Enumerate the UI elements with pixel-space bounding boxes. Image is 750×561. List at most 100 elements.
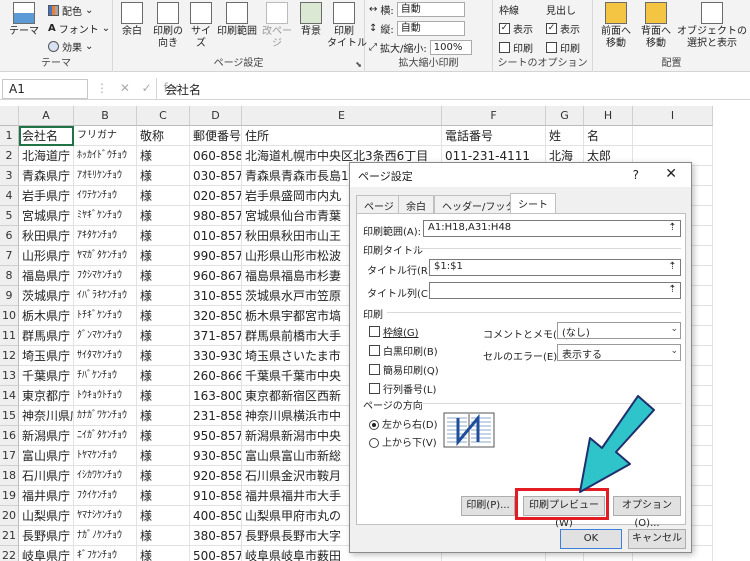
bw-checkbox[interactable]: 白黒印刷(B) [369, 343, 438, 358]
table-cell[interactable]: 163-8001 [190, 386, 242, 406]
table-cell[interactable]: 様 [137, 206, 190, 226]
table-cell[interactable]: 栃木県庁 [19, 306, 74, 326]
row-header[interactable]: 3 [0, 166, 19, 186]
table-cell[interactable]: ﾐﾔｷﾞｹﾝﾁｮｳ [74, 206, 137, 226]
table-cell[interactable]: 電話番号 [442, 126, 546, 146]
row-header[interactable]: 2 [0, 146, 19, 166]
row-header[interactable]: 4 [0, 186, 19, 206]
formula-input[interactable]: 会社名 [156, 78, 750, 100]
gridlines-print-checkbox[interactable]: 印刷 [499, 40, 533, 55]
table-cell[interactable]: ｻｲﾀﾏｹﾝﾁｮｳ [74, 346, 137, 366]
table-cell[interactable]: 埼玉県庁 [19, 346, 74, 366]
tab-margins[interactable]: 余白 [398, 195, 434, 213]
row-header[interactable]: 16 [0, 426, 19, 446]
table-cell[interactable]: 様 [137, 286, 190, 306]
table-cell[interactable]: 様 [137, 506, 190, 526]
gridlines-checkbox[interactable]: 枠線(G) [369, 324, 419, 339]
order-over-radio[interactable]: 上から下(V) [369, 434, 437, 449]
table-cell[interactable]: 様 [137, 186, 190, 206]
table-cell[interactable]: 020-8570 [190, 186, 242, 206]
column-header[interactable]: E [242, 106, 442, 126]
table-cell[interactable] [633, 126, 713, 146]
table-cell[interactable]: 富山県庁 [19, 446, 74, 466]
table-cell[interactable]: 宮城県庁 [19, 206, 74, 226]
table-cell[interactable]: 東京都庁 [19, 386, 74, 406]
options-button[interactable]: オプション(O)... [613, 496, 681, 529]
table-cell[interactable]: ﾔﾏﾅｼｹﾝﾁｮｳ [74, 506, 137, 526]
row-header[interactable]: 15 [0, 406, 19, 426]
name-box[interactable]: A1 [2, 79, 88, 99]
table-cell[interactable]: 様 [137, 346, 190, 366]
table-cell[interactable]: 330-9301 [190, 346, 242, 366]
table-cell[interactable]: ｲﾊﾞﾗｷｹﾝﾁｮｳ [74, 286, 137, 306]
column-header[interactable]: C [137, 106, 190, 126]
table-cell[interactable]: 名 [584, 126, 633, 146]
table-cell[interactable]: ｱｵﾓﾘｹﾝﾁｮｳ [74, 166, 137, 186]
ok-button[interactable]: OK [560, 529, 622, 549]
table-cell[interactable]: 380-8570 [190, 526, 242, 546]
print-titles-button[interactable]: 印刷 タイトル [327, 2, 367, 50]
table-cell[interactable]: 新潟県庁 [19, 426, 74, 446]
table-cell[interactable]: 060-8588 [190, 146, 242, 166]
row-header[interactable]: 19 [0, 486, 19, 506]
row-header[interactable]: 10 [0, 306, 19, 326]
gridlines-view-checkbox[interactable]: ✓ 表示 [499, 21, 533, 36]
table-cell[interactable]: 様 [137, 246, 190, 266]
table-cell[interactable]: ｲｼｶﾜｹﾝﾁｮｳ [74, 466, 137, 486]
table-cell[interactable]: ﾌｸｲｹﾝﾁｮｳ [74, 486, 137, 506]
table-cell[interactable]: 960-8670 [190, 266, 242, 286]
title-cols-input[interactable]: ⇡ [429, 282, 681, 299]
table-cell[interactable]: 山形県庁 [19, 246, 74, 266]
column-header[interactable]: A [19, 106, 74, 126]
table-cell[interactable]: 様 [137, 166, 190, 186]
row-header[interactable]: 12 [0, 346, 19, 366]
row-header[interactable]: 11 [0, 326, 19, 346]
table-cell[interactable]: 371-8570 [190, 326, 242, 346]
table-cell[interactable]: ｱｷﾀｹﾝﾁｮｳ [74, 226, 137, 246]
row-header[interactable]: 8 [0, 266, 19, 286]
table-cell[interactable]: ﾄﾁｷﾞｹﾝﾁｮｳ [74, 306, 137, 326]
table-cell[interactable]: 030-8570 [190, 166, 242, 186]
column-header[interactable]: F [442, 106, 546, 126]
collapse-icon[interactable]: ⇡ [666, 284, 679, 297]
table-cell[interactable]: ﾎｯｶｲﾄﾞｳﾁｮｳ [74, 146, 137, 166]
row-header[interactable]: 22 [0, 546, 19, 561]
title-rows-input[interactable]: $1:$1 ⇡ [429, 259, 681, 276]
table-cell[interactable]: 会社名 [19, 126, 74, 146]
print-area-input[interactable]: A1:H18,A31:H48 ⇡ [423, 220, 681, 237]
table-cell[interactable]: 様 [137, 526, 190, 546]
row-header[interactable]: 6 [0, 226, 19, 246]
rowcol-checkbox[interactable]: 行列番号(L) [369, 381, 436, 396]
size-button[interactable]: サイズ [187, 2, 215, 50]
collapse-icon[interactable]: ⇡ [666, 261, 679, 274]
column-header[interactable]: I [633, 106, 713, 126]
cancel-button[interactable]: キャンセル [628, 529, 686, 549]
table-cell[interactable]: 様 [137, 226, 190, 246]
orientation-button[interactable]: 印刷の 向き [151, 2, 185, 50]
order-down-radio[interactable]: 左から右(D) [369, 416, 438, 431]
table-cell[interactable]: 010-8570 [190, 226, 242, 246]
table-cell[interactable]: 様 [137, 486, 190, 506]
table-cell[interactable]: 様 [137, 446, 190, 466]
width-dropdown[interactable]: 自動 [396, 2, 465, 17]
colors-button[interactable]: 配色 ⌄ [48, 3, 93, 18]
table-cell[interactable]: 群馬県庁 [19, 326, 74, 346]
close-icon[interactable]: ✕ [665, 166, 677, 182]
row-header[interactable]: 21 [0, 526, 19, 546]
table-cell[interactable]: 住所 [242, 126, 442, 146]
row-header[interactable]: 5 [0, 206, 19, 226]
table-cell[interactable]: 990-8570 [190, 246, 242, 266]
background-button[interactable]: 背景 [297, 2, 325, 38]
page-setup-launcher-icon[interactable]: ⬊ [355, 60, 362, 69]
table-cell[interactable]: 950-8570 [190, 426, 242, 446]
collapse-icon[interactable]: ⇡ [666, 222, 679, 235]
table-cell[interactable]: 福井県庁 [19, 486, 74, 506]
tab-sheet[interactable]: シート [510, 193, 556, 214]
table-cell[interactable]: ﾆｲｶﾞﾀｹﾝﾁｮｳ [74, 426, 137, 446]
table-cell[interactable]: 920-8580 [190, 466, 242, 486]
column-header[interactable]: H [584, 106, 633, 126]
row-header[interactable]: 17 [0, 446, 19, 466]
table-cell[interactable]: 岐阜県庁 [19, 546, 74, 561]
table-cell[interactable]: ｶﾅｶﾞﾜｹﾝﾁｮｳ [74, 406, 137, 426]
table-cell[interactable]: 姓 [546, 126, 584, 146]
